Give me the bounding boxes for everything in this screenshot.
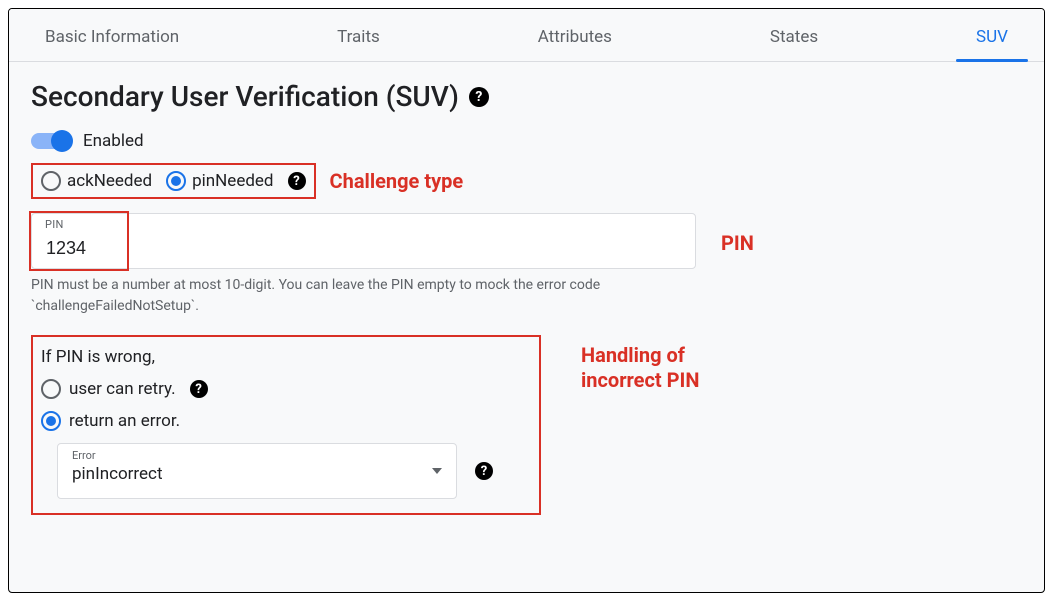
help-icon[interactable]: ? <box>475 462 493 480</box>
error-select-value: pinIncorrect <box>72 464 420 484</box>
annotation-handling: Handling of incorrect PIN <box>581 343 700 393</box>
settings-window: Basic Information Traits Attributes Stat… <box>8 8 1045 593</box>
radio-circle-icon <box>41 379 61 399</box>
radio-circle-selected-icon <box>166 171 186 191</box>
tab-attributes[interactable]: Attributes <box>530 21 620 61</box>
tab-basic-information[interactable]: Basic Information <box>37 21 187 61</box>
help-icon[interactable]: ? <box>288 172 306 190</box>
radio-pin-label: pinNeeded <box>192 171 273 191</box>
radio-error-label: return an error. <box>69 411 180 431</box>
challenge-type-row: ackNeeded pinNeeded ? Challenge type <box>31 163 463 199</box>
pin-helper-text: PIN must be a number at most 10-digit. Y… <box>31 275 691 317</box>
error-select-row: Error pinIncorrect ? <box>57 443 525 499</box>
error-select-floating-label: Error <box>72 449 96 462</box>
tab-suv[interactable]: SUV <box>968 21 1016 61</box>
page-title: Secondary User Verification (SUV) <box>31 80 459 113</box>
help-icon[interactable]: ? <box>469 87 489 107</box>
radio-return-error[interactable]: return an error. <box>41 411 525 431</box>
wrong-pin-prompt: If PIN is wrong, <box>41 347 525 367</box>
challenge-type-radio-group: ackNeeded pinNeeded ? <box>31 163 316 199</box>
radio-pin-needed[interactable]: pinNeeded <box>166 171 273 191</box>
chevron-down-icon <box>432 468 442 474</box>
radio-retry-label: user can retry. <box>69 379 176 399</box>
wrong-pin-row: If PIN is wrong, user can retry. ? retur… <box>31 335 1022 515</box>
enabled-toggle-row: Enabled <box>31 131 1022 151</box>
annotation-pin: PIN <box>721 231 754 256</box>
radio-ack-label: ackNeeded <box>67 171 152 191</box>
pin-floating-label: PIN <box>45 218 64 231</box>
help-icon[interactable]: ? <box>190 380 208 398</box>
annotation-challenge-type: Challenge type <box>330 169 464 194</box>
wrong-pin-panel: If PIN is wrong, user can retry. ? retur… <box>31 335 541 515</box>
tab-traits[interactable]: Traits <box>329 21 388 61</box>
error-select[interactable]: Error pinIncorrect <box>57 443 457 499</box>
tab-states[interactable]: States <box>762 21 826 61</box>
radio-ack-needed[interactable]: ackNeeded <box>41 171 152 191</box>
enabled-toggle[interactable] <box>31 133 71 149</box>
title-row: Secondary User Verification (SUV) ? <box>31 80 1022 113</box>
radio-circle-selected-icon <box>41 411 61 431</box>
tab-bar: Basic Information Traits Attributes Stat… <box>9 9 1044 62</box>
pin-section: PIN PIN <box>31 213 1022 269</box>
pin-field-container: PIN <box>31 213 696 269</box>
radio-user-can-retry[interactable]: user can retry. ? <box>41 379 525 399</box>
radio-circle-icon <box>41 171 61 191</box>
enabled-toggle-label: Enabled <box>83 131 144 151</box>
content-area: Secondary User Verification (SUV) ? Enab… <box>9 62 1044 533</box>
pin-input[interactable] <box>31 213 696 269</box>
